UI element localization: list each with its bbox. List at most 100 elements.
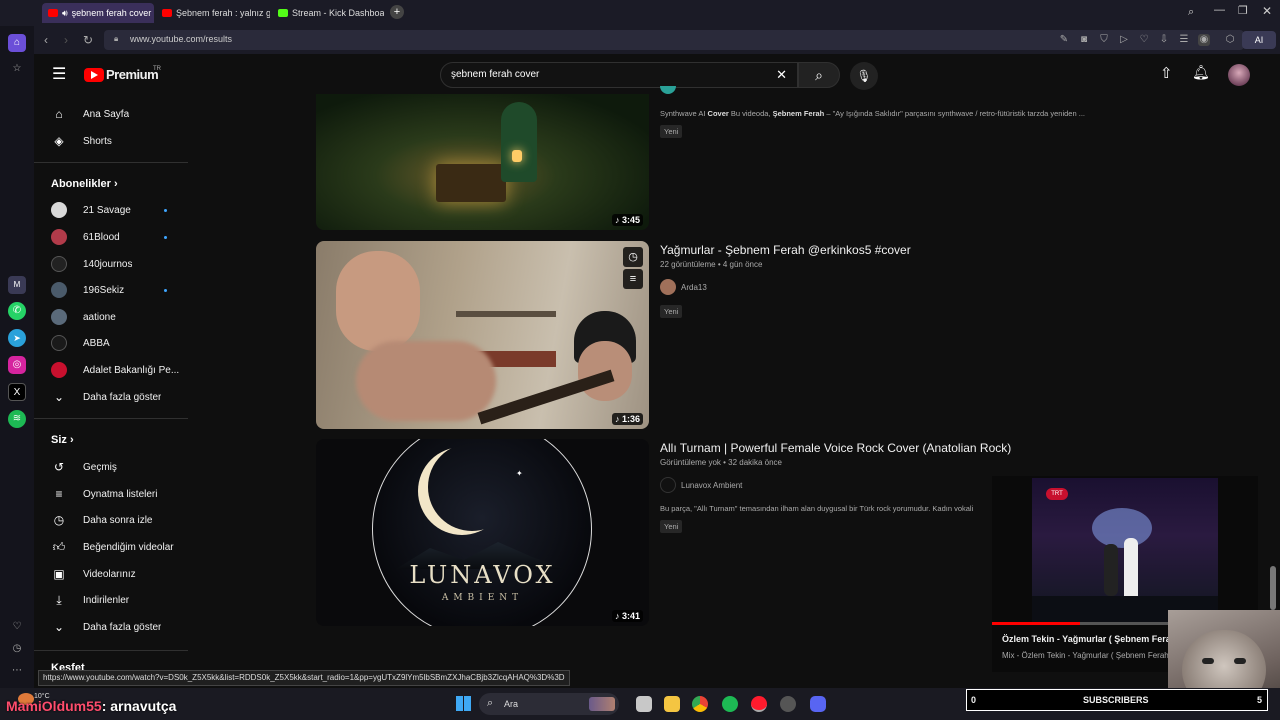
sidebar-item-liked[interactable]: 👍︎ Beğendiğim videolar	[34, 535, 190, 559]
scrollbar[interactable]	[1270, 566, 1276, 610]
search-tabs-icon[interactable]: ⌕	[1188, 6, 1194, 19]
sidebar-item-subscription[interactable]: 140journos	[34, 252, 190, 276]
thumbnail-title: LUNAVOX	[409, 561, 556, 589]
sidebar-item-shorts[interactable]: ◈ Shorts	[34, 129, 190, 153]
spotify-icon[interactable]	[722, 696, 738, 712]
sidebar-item-playlists[interactable]: ≡ Oynatma listeleri	[34, 482, 190, 506]
whatsapp-icon[interactable]: ✆	[8, 302, 26, 320]
tab-search[interactable]: 🔊︎ şebnem ferah cover	[42, 3, 154, 23]
mail-icon[interactable]: M	[8, 276, 26, 294]
windows-start-icon[interactable]	[456, 696, 471, 711]
forward-icon[interactable]: ›	[58, 32, 74, 48]
heart-outline-icon[interactable]: ♡	[1138, 34, 1150, 46]
watch-later-icon[interactable]: ◷	[623, 247, 643, 267]
search-icon: ⌕	[487, 697, 494, 709]
lantern-image	[512, 150, 522, 162]
extensions-icon[interactable]: ⬡	[1224, 34, 1236, 46]
search-button[interactable]: ⌕	[798, 62, 840, 88]
speaker-icon: 🔊︎	[62, 7, 68, 18]
sidebar-item-subscription[interactable]: 196Sekiz	[34, 278, 190, 302]
play-icon[interactable]: ▷	[1118, 34, 1130, 46]
thumbnail-subtitle: AMBIENT	[441, 593, 524, 603]
sidebar-item-subscription[interactable]: Adalet Bakanlığı Pe...	[34, 358, 190, 382]
opera-icon[interactable]	[751, 696, 767, 712]
opera-gx-icon[interactable]	[780, 696, 796, 712]
sidebar-item-your-videos[interactable]: ▣ Videolarınız	[34, 562, 190, 586]
scroll-up-icon[interactable]: ˄	[186, 94, 190, 97]
video-thumbnail[interactable]: ♪ 3:45	[316, 94, 649, 230]
channel-avatar[interactable]	[660, 279, 676, 295]
video-title[interactable]: Allı Turnam | Powerful Female Voice Rock…	[660, 441, 1011, 455]
video-thumbnail[interactable]: ◷ ≡ ♪ 1:36	[316, 241, 649, 429]
duration-badge: ♪ 3:41	[611, 610, 643, 622]
sidebar-item-subscription[interactable]: ABBA	[34, 331, 190, 355]
instagram-icon[interactable]: ◎	[8, 356, 26, 374]
subscribers-goal-bar: 0 SUBSCRIBERS 5	[966, 689, 1268, 711]
download-icon[interactable]: ⇩	[1158, 34, 1170, 46]
task-view-icon[interactable]	[636, 696, 652, 712]
more-icon[interactable]: ⋯	[8, 662, 26, 680]
maximize-icon[interactable]: ❐	[1238, 4, 1248, 17]
clock-icon[interactable]: ◷	[8, 640, 26, 658]
camera-icon[interactable]: ◙	[1078, 34, 1090, 46]
reload-icon[interactable]: ↻	[80, 32, 96, 48]
ai-button[interactable]: AI	[1242, 31, 1276, 49]
chrome-icon[interactable]	[692, 696, 708, 712]
edit-icon[interactable]: ✎	[1058, 34, 1070, 46]
minimize-icon[interactable]: —	[1214, 4, 1225, 16]
duration-badge: ♪ 1:36	[611, 413, 643, 425]
show-more-button[interactable]: ⌄ Daha fazla göster	[34, 615, 190, 639]
tab-video[interactable]: Şebnem ferah : yalnız gita	[156, 3, 270, 23]
show-more-button[interactable]: ⌄ Daha fazla göster	[34, 385, 190, 409]
youtube-logo-icon[interactable]	[84, 68, 104, 82]
home-icon[interactable]: ⌂	[8, 34, 26, 52]
sidebar-item-label: Shorts	[83, 135, 112, 147]
subscriptions-heading[interactable]: Abonelikler ›	[51, 178, 118, 190]
sidebar-item-home[interactable]: ⌂ Ana Sayfa	[34, 102, 190, 126]
search-input[interactable]: şebnem ferah cover ✕	[440, 62, 798, 88]
shield-icon[interactable]: ⛉	[1098, 34, 1110, 46]
sidebar-item-downloads[interactable]: ⤓ İndirilenler	[34, 588, 190, 612]
back-icon[interactable]: ‹	[38, 32, 54, 48]
new-tab-icon[interactable]: +	[390, 5, 404, 19]
miniplayer-video[interactable]: TRT	[1032, 478, 1218, 622]
close-window-icon[interactable]: ✕	[1262, 4, 1272, 18]
channel-avatar[interactable]	[660, 477, 676, 493]
youtube-favicon-icon	[162, 9, 172, 17]
clear-search-icon[interactable]: ✕	[776, 67, 787, 83]
video-thumbnail[interactable]: ✦ LUNAVOX AMBIENT ♪ 3:41	[316, 439, 649, 626]
sidebar-item-subscription[interactable]: 21 Savage	[34, 198, 190, 222]
sidebar-item-subscription[interactable]: aatione	[34, 305, 190, 329]
avatar	[51, 202, 67, 218]
link-preview-url: https://www.youtube.com/watch?v=DS0k_Z5X…	[38, 670, 570, 686]
spotify-icon[interactable]: ≋	[8, 410, 26, 428]
star-icon[interactable]: ☆	[8, 60, 26, 78]
address-bar: ‹ › ↻ 🔒︎ www.youtube.com/results ✎ ◙ ⛉ ▷…	[34, 26, 1280, 54]
avatar[interactable]	[1228, 64, 1250, 86]
notifications-icon[interactable]: 🔔︎	[1192, 64, 1210, 81]
channel-name[interactable]: Arda13	[681, 283, 707, 292]
miniplayer-title: Özlem Tekin - Yağmurlar ( Şebnem Fera	[1002, 634, 1171, 644]
file-explorer-icon[interactable]	[664, 696, 680, 712]
tab-label: şebnem ferah cover	[71, 8, 152, 18]
tab-kick[interactable]: Stream - Kick Dashboard	[272, 3, 384, 23]
add-to-queue-icon[interactable]: ≡	[623, 269, 643, 289]
voice-search-button[interactable]: 🎙︎	[850, 62, 878, 90]
upload-icon[interactable]: ⇧	[1160, 64, 1173, 82]
logo-text: Premium	[106, 67, 159, 82]
video-title[interactable]: Yağmurlar - Şebnem Ferah @erkinkos5 #cov…	[660, 243, 911, 257]
sidebar-item-subscription[interactable]: 61Blood	[34, 225, 190, 249]
x-icon[interactable]: X	[8, 383, 26, 401]
url-field[interactable]	[104, 30, 1244, 50]
telegram-icon[interactable]: ➤	[8, 329, 26, 347]
sidebar-item-watch-later[interactable]: ◷ Daha sonra izle	[34, 508, 190, 532]
hamburger-menu-icon[interactable]: ☰	[52, 64, 66, 84]
discord-icon[interactable]	[810, 696, 826, 712]
taskbar-search[interactable]: ⌕ Ara	[479, 693, 619, 715]
profile-icon[interactable]: ◉	[1198, 34, 1210, 46]
channel-name[interactable]: Lunavox Ambient	[681, 481, 742, 490]
sidebar-item-history[interactable]: ↺ Geçmiş	[34, 455, 190, 479]
heart-icon[interactable]: ♡	[8, 618, 26, 636]
menu-icon[interactable]: ☰	[1178, 34, 1190, 46]
you-heading[interactable]: Siz ›	[51, 434, 74, 446]
